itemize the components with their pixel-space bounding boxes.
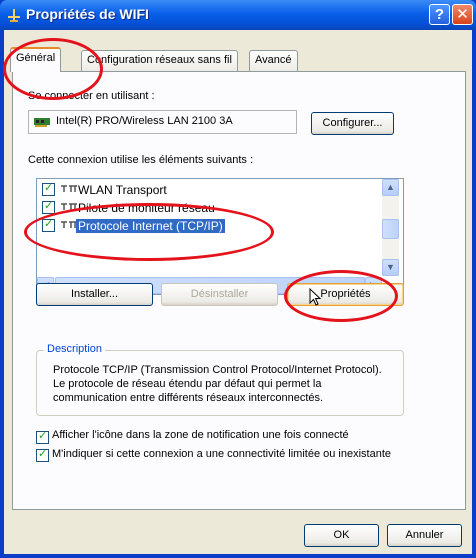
description-group: Protocole TCP/IP (Transmission Control P… (36, 350, 404, 416)
annotation-ring-properties (284, 270, 398, 322)
component-checkbox[interactable] (42, 199, 55, 214)
notify-limited-label: M'indiquer si cette connexion a une conn… (52, 448, 392, 460)
annotation-ring-general-tab (3, 38, 103, 100)
uninstall-button: Désinstaller (161, 283, 278, 306)
tab-wireless-networks[interactable]: Configuration réseaux sans fil (81, 50, 238, 71)
configure-button[interactable]: Configurer... (311, 112, 394, 135)
scroll-up-arrow-icon[interactable]: ▲ (382, 179, 399, 196)
help-button[interactable]: ? (429, 4, 450, 25)
adapter-name: Intel(R) PRO/Wireless LAN 2100 3A (56, 115, 233, 127)
ok-button[interactable]: OK (304, 524, 379, 547)
install-button[interactable]: Installer... (36, 283, 153, 306)
mouse-cursor-icon (309, 288, 321, 306)
component-label: WLAN Transport (78, 183, 167, 197)
component-checkbox[interactable] (42, 181, 55, 196)
dialog-client-area: Général Configuration réseaux sans fil A… (4, 30, 472, 554)
vertical-scrollbar[interactable]: ▲ ▼ (382, 179, 399, 276)
components-label: Cette connexion utilise les éléments sui… (28, 154, 254, 166)
tab-advanced[interactable]: Avancé (249, 50, 298, 71)
network-card-icon (34, 118, 50, 127)
annotation-ring-tcpip (24, 203, 274, 261)
show-icon-label: Afficher l'icône dans la zone de notific… (52, 429, 349, 441)
description-text: Protocole TCP/IP (Transmission Control P… (53, 364, 382, 404)
scroll-down-arrow-icon[interactable]: ▼ (382, 259, 399, 276)
description-title: Description (44, 343, 106, 355)
window-title: Propriétés de WIFI (26, 6, 149, 22)
title-bar[interactable]: Propriétés de WIFI ? ✕ (0, 0, 476, 30)
show-icon-checkbox[interactable] (36, 429, 49, 444)
network-connection-icon (8, 9, 20, 22)
vertical-scroll-thumb[interactable] (382, 219, 399, 239)
close-button[interactable]: ✕ (452, 4, 473, 25)
list-item-wlan-transport[interactable]: WLAN Transport (40, 181, 382, 199)
cancel-button[interactable]: Annuler (387, 524, 462, 547)
network-protocol-icon (61, 185, 77, 192)
adapter-field: Intel(R) PRO/Wireless LAN 2100 3A (28, 110, 297, 134)
notify-limited-checkbox[interactable] (36, 447, 49, 462)
